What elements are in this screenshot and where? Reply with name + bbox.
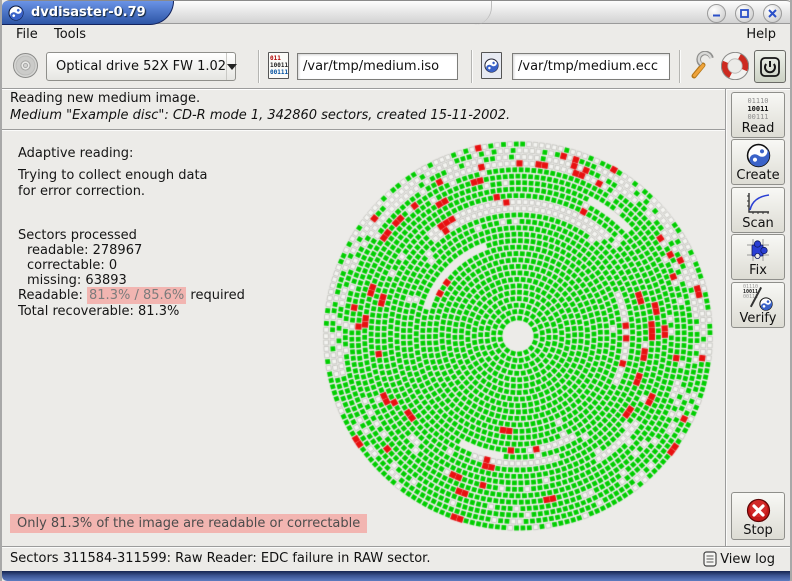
stop-button-label: Stop xyxy=(743,523,773,538)
sectors-processed-title: Sectors processed xyxy=(18,228,137,243)
status-line-medium-info: Medium "Example disc": CD-R mode 1, 3428… xyxy=(10,108,511,123)
iso-path-input[interactable]: /var/tmp/medium.iso xyxy=(297,53,458,80)
iso-file-icon: 011 10011 00111 xyxy=(268,52,289,79)
scan-button[interactable]: Scan xyxy=(731,187,785,233)
binary-row: 01110 xyxy=(747,97,769,105)
scan-button-label: Scan xyxy=(742,216,774,231)
stop-icon xyxy=(746,498,770,523)
close-icon xyxy=(768,9,777,18)
footer-separator xyxy=(2,546,790,548)
adaptive-reading-desc1: Trying to collect enough data xyxy=(18,168,208,183)
binary-row: 10011 xyxy=(747,105,769,113)
log-icon xyxy=(703,551,717,567)
iso-icon-row: 011 xyxy=(270,55,281,62)
iso-icon-row: 10011 xyxy=(270,62,289,69)
minimize-icon xyxy=(713,14,720,17)
menu-tools[interactable]: Tools xyxy=(50,26,90,43)
drive-selector[interactable]: Optical drive 52X FW 1.02 xyxy=(46,52,238,81)
maximize-button[interactable] xyxy=(735,4,754,23)
fix-button-label: Fix xyxy=(749,263,767,278)
ecc-path-input[interactable]: /var/tmp/medium.ecc xyxy=(512,53,670,80)
titlebar-caption-tab: dvdisaster-0.79 xyxy=(2,1,174,25)
toolbar-separator xyxy=(679,50,681,83)
create-yinyang-icon xyxy=(746,143,770,168)
close-button[interactable] xyxy=(763,4,782,23)
binary-row: 00111 xyxy=(747,113,769,121)
read-binary-icon: 01110 10011 00111 xyxy=(747,97,768,121)
ecc-file-icon xyxy=(481,52,502,79)
toolbar-separator xyxy=(471,50,473,83)
sectors-missing-value: missing: 63893 xyxy=(27,273,127,288)
fix-button[interactable]: Fix xyxy=(731,234,785,280)
sectors-readable-value: readable: 278967 xyxy=(27,243,143,258)
title-bar[interactable]: dvdisaster-0.79 xyxy=(2,0,790,25)
toolbar-separator xyxy=(258,50,260,83)
readable-percentage-highlight: 81.3% / 85.6% xyxy=(87,287,187,304)
combo-arrow-box xyxy=(226,53,238,80)
create-button-label: Create xyxy=(736,168,780,183)
app-window: dvdisaster-0.79 File Tools Help Optical … xyxy=(0,0,792,581)
verify-icon: 01110 10011 00111 xyxy=(743,284,773,311)
status-line-primary: Reading new medium image. xyxy=(10,91,201,106)
footer-status-message: Sectors 311584-311599: Raw Reader: EDC f… xyxy=(10,551,431,566)
sectors-correctable-value: correctable: 0 xyxy=(27,258,118,273)
power-icon xyxy=(760,56,780,77)
drive-selector-value: Optical drive 52X FW 1.02 xyxy=(56,59,227,74)
adaptive-reading-desc2: for error correction. xyxy=(18,184,146,199)
sidebar-separator xyxy=(725,89,727,547)
window-title: dvdisaster-0.79 xyxy=(31,5,146,20)
dvdisaster-help-ring-icon[interactable] xyxy=(721,52,749,80)
iso-icon-row: 00111 xyxy=(270,69,289,76)
verify-yinyang-glyph xyxy=(759,297,773,311)
app-yinyang-icon xyxy=(8,4,24,21)
sector-spiral-visualization xyxy=(300,126,736,550)
create-button[interactable]: Create xyxy=(731,139,785,185)
window-bottom-frame xyxy=(2,571,790,581)
chevron-down-icon xyxy=(227,63,238,70)
minimize-button[interactable] xyxy=(707,4,726,23)
ecc-yinyang-glyph xyxy=(484,58,499,73)
verify-button[interactable]: 01110 10011 00111 Verify xyxy=(731,282,785,328)
preferences-wrench-icon[interactable] xyxy=(688,51,716,81)
maximize-icon xyxy=(740,9,749,18)
toolbar: Optical drive 52X FW 1.02 011 10011 0011… xyxy=(2,44,790,89)
adaptive-reading-title: Adaptive reading: xyxy=(18,146,134,161)
total-recoverable-value: Total recoverable: 81.3% xyxy=(18,304,180,319)
menu-file[interactable]: File xyxy=(12,26,42,43)
verify-button-label: Verify xyxy=(739,311,777,326)
stop-button[interactable]: Stop xyxy=(731,492,785,540)
readability-warning: Only 81.3% of the image are readable or … xyxy=(10,514,368,533)
fix-puzzle-icon xyxy=(747,239,769,261)
readable-suffix: required xyxy=(186,288,245,303)
readable-prefix: Readable: xyxy=(18,288,88,303)
menu-help[interactable]: Help xyxy=(742,26,780,43)
readable-percentage-line: Readable: 81.3% / 85.6% required xyxy=(18,287,245,304)
read-button-label: Read xyxy=(741,121,775,136)
view-log-label: View log xyxy=(720,551,775,567)
exit-power-button[interactable] xyxy=(754,50,786,83)
view-log-button[interactable]: View log xyxy=(700,550,778,568)
scan-graph-icon xyxy=(747,193,770,214)
menu-bar: File Tools Help xyxy=(2,25,790,44)
optical-disc-icon xyxy=(13,53,38,78)
read-button[interactable]: 01110 10011 00111 Read xyxy=(731,92,785,138)
